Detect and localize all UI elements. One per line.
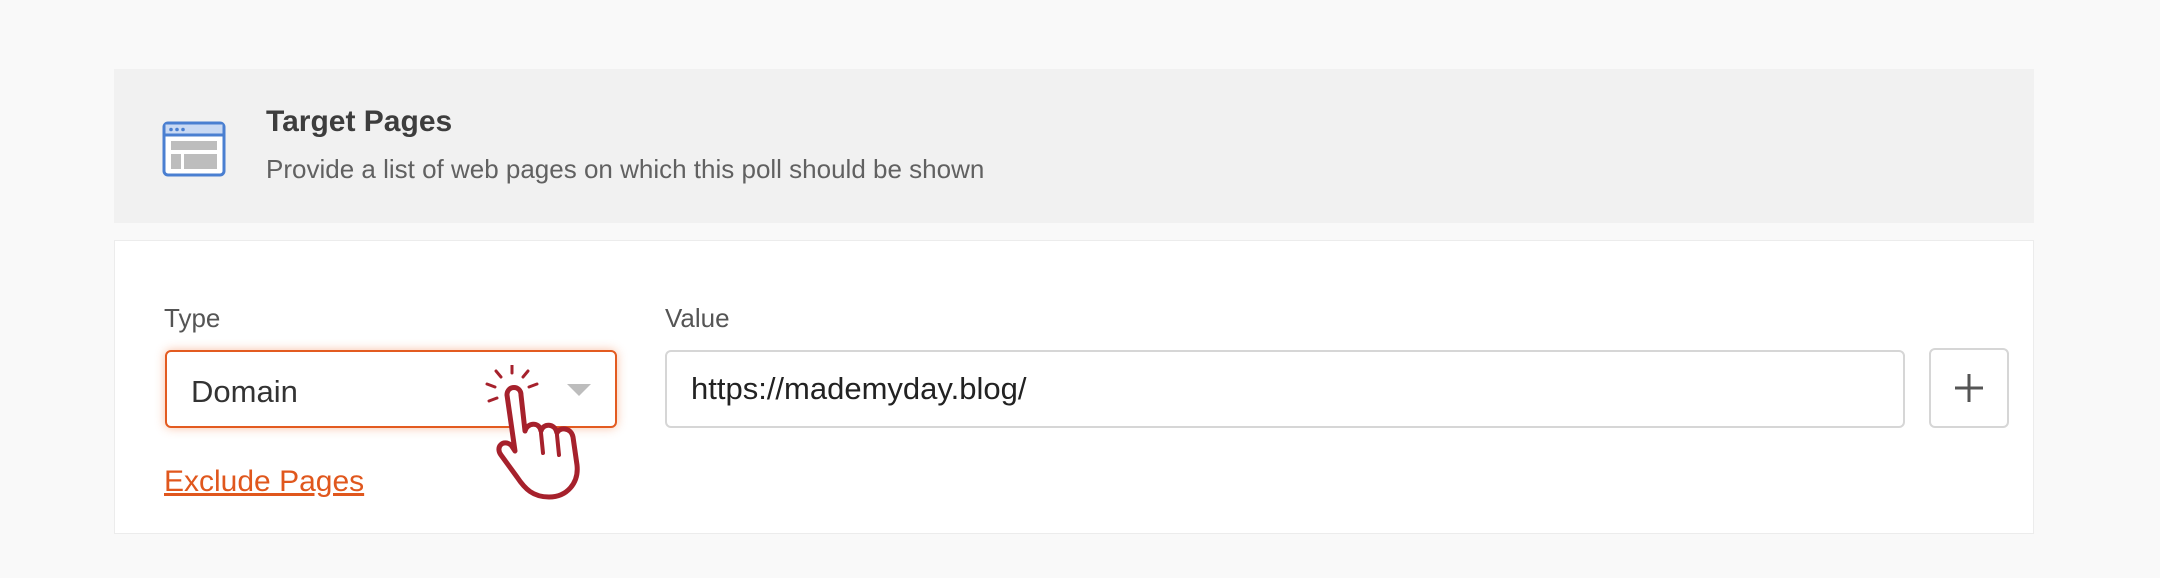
target-pages-form: Type Value Domain Exclude Pages: [114, 240, 2034, 534]
web-page-icon: [162, 121, 226, 177]
value-input[interactable]: [665, 350, 1905, 428]
plus-icon: [1955, 374, 1983, 402]
type-selected-value: Domain: [191, 374, 298, 409]
pointing-hand-cursor-icon: [485, 365, 580, 500]
type-label: Type: [164, 303, 221, 333]
add-page-button[interactable]: [1929, 348, 2009, 428]
value-label: Value: [665, 303, 730, 333]
section-description: Provide a list of web pages on which thi…: [266, 154, 985, 184]
exclude-pages-link[interactable]: Exclude Pages: [164, 465, 364, 499]
target-pages-header: Target Pages Provide a list of web pages…: [114, 69, 2034, 223]
section-title: Target Pages: [266, 105, 453, 138]
